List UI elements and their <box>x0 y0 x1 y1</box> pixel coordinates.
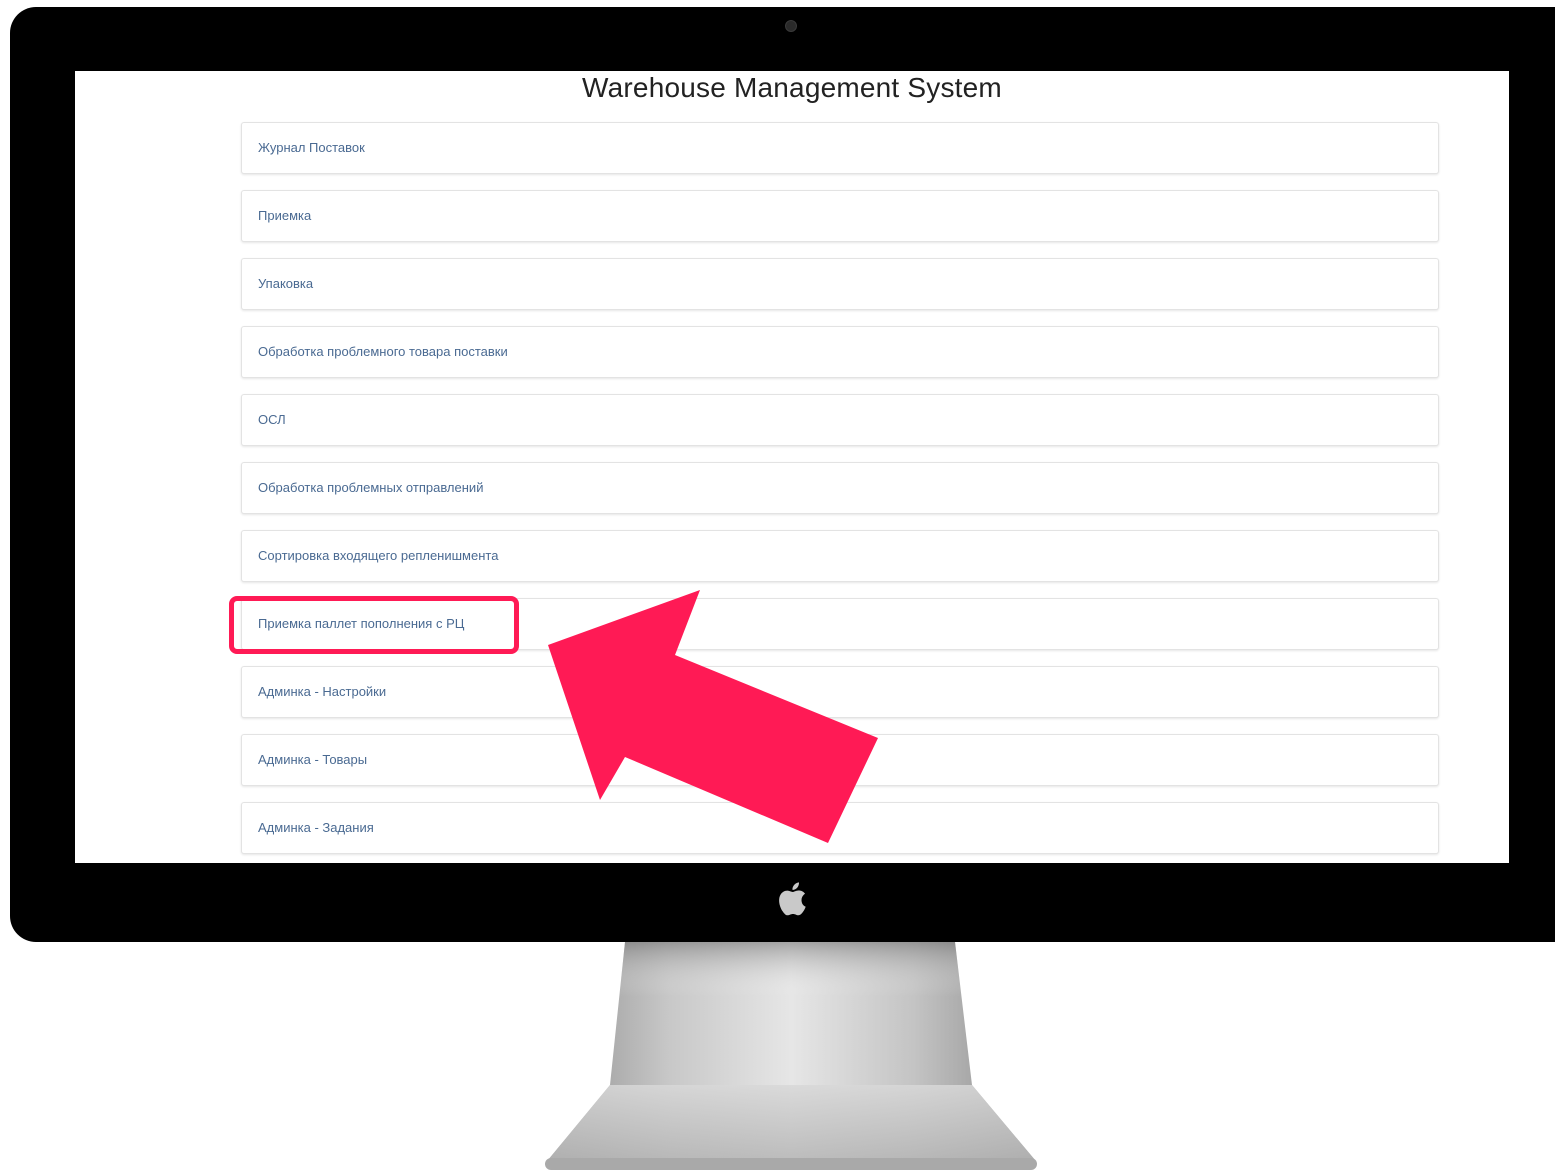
menu-item-label[interactable]: Админка - Товары <box>258 735 367 785</box>
app-screen: Warehouse Management System Журнал Поста… <box>75 71 1509 863</box>
menu-item-admin-products[interactable]: Админка - Товары <box>241 734 1439 786</box>
menu-item-receiving[interactable]: Приемка <box>241 190 1439 242</box>
highlight-annotation <box>229 596 519 654</box>
menu-item-label[interactable]: Обработка проблемных отправлений <box>258 463 483 513</box>
menu-item-replenishment-sorting[interactable]: Сортировка входящего репленишмента <box>241 530 1439 582</box>
menu-item-label[interactable]: ОСЛ <box>258 395 286 445</box>
menu-item-supply-journal[interactable]: Журнал Поставок <box>241 122 1439 174</box>
menu-item-label[interactable]: Журнал Поставок <box>258 123 365 173</box>
camera-icon <box>785 20 797 32</box>
menu-item-label[interactable]: Сортировка входящего репленишмента <box>258 531 498 581</box>
page-title: Warehouse Management System <box>582 72 1002 103</box>
menu-item-packing[interactable]: Упаковка <box>241 258 1439 310</box>
menu-item-admin-settings[interactable]: Админка - Настройки <box>241 666 1439 718</box>
menu-item-label[interactable]: Упаковка <box>258 259 313 309</box>
menu-item-label[interactable]: Обработка проблемного товара поставки <box>258 327 508 377</box>
menu-item-label[interactable]: Админка - Настройки <box>258 667 386 717</box>
menu-item-admin-tasks[interactable]: Админка - Задания <box>241 802 1439 854</box>
menu-item-label[interactable]: Админка - Задания <box>258 803 374 853</box>
menu-item-label[interactable]: Приемка <box>258 191 311 241</box>
menu-item-problem-shipments[interactable]: Обработка проблемных отправлений <box>241 462 1439 514</box>
monitor-mockup: Warehouse Management System Журнал Поста… <box>0 0 1555 1174</box>
main-menu: Журнал Поставок Приемка Упаковка Обработ… <box>241 122 1439 863</box>
menu-item-problem-goods[interactable]: Обработка проблемного товара поставки <box>241 326 1439 378</box>
apple-logo-icon <box>779 882 806 916</box>
menu-item-osl[interactable]: ОСЛ <box>241 394 1439 446</box>
